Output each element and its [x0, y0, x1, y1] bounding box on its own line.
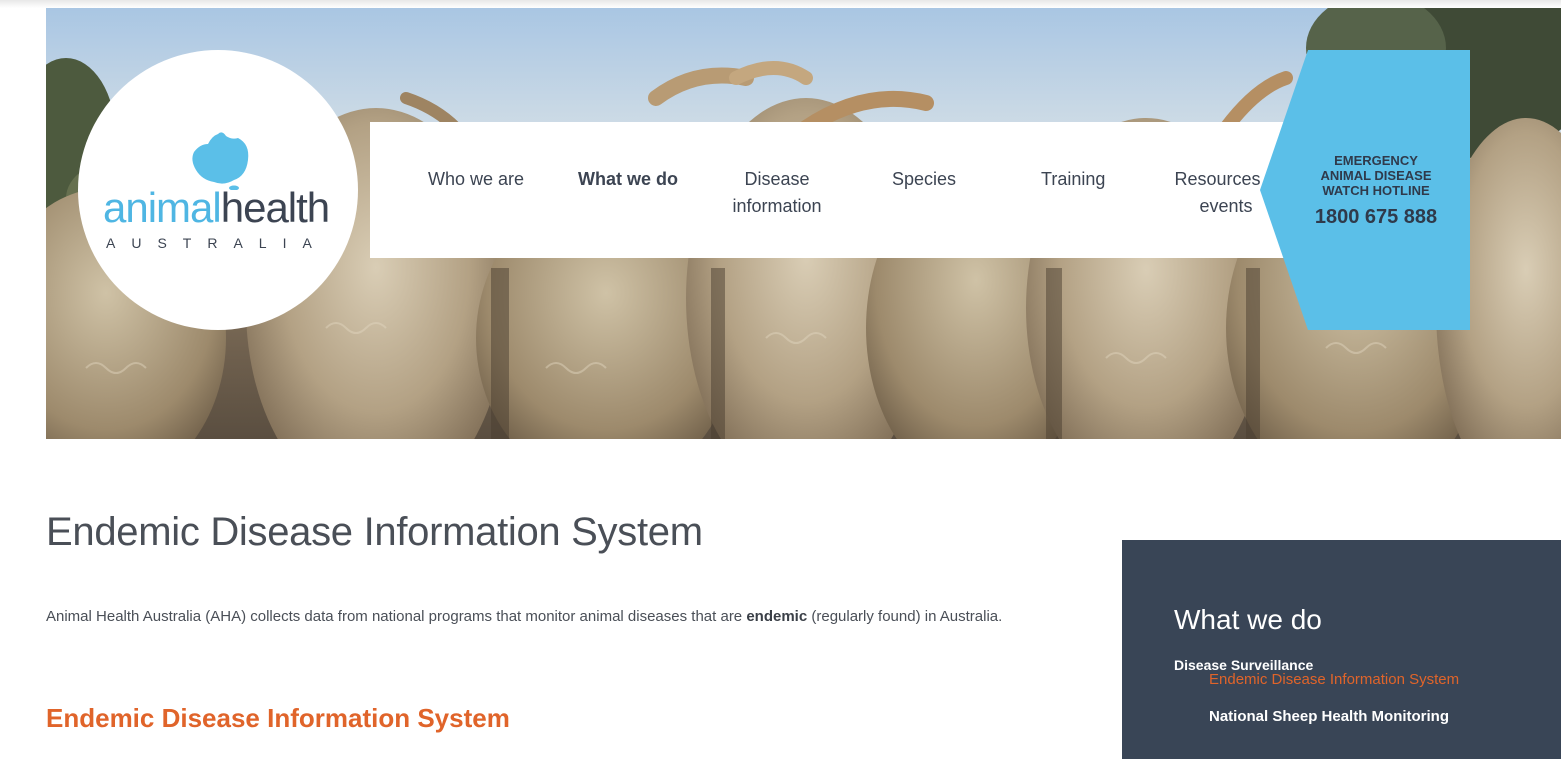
hotline-number[interactable]: 1800 675 888: [1276, 205, 1476, 229]
hotline-label: EMERGENCY ANIMAL DISEASE WATCH HOTLINE: [1276, 153, 1476, 198]
logo-subtitle: AUSTRALIA: [106, 235, 328, 251]
nav-what-we-do[interactable]: What we do: [578, 166, 678, 193]
top-shadow: [0, 0, 1561, 8]
australia-map-icon: [192, 132, 249, 190]
section-heading: Endemic Disease Information System: [46, 703, 510, 733]
logo-word-animal: animal: [103, 184, 222, 231]
logo-wordmark: animalhealth: [103, 184, 330, 231]
intro-paragraph: Animal Health Australia (AHA) collects d…: [46, 603, 1006, 631]
hotline-line-3: WATCH HOTLINE: [1322, 183, 1430, 198]
nav-species[interactable]: Species: [892, 166, 956, 193]
sidebar-title: What we do: [1174, 604, 1322, 635]
nav-training[interactable]: Training: [1041, 166, 1105, 193]
sidebar-link-national-sheep-health-monitoring[interactable]: National Sheep Health Monitoring: [1209, 707, 1449, 727]
intro-text-start: Animal Health Australia (AHA) collects d…: [46, 608, 747, 625]
nav-who-we-are[interactable]: Who we are: [428, 166, 524, 193]
logo-word-health: health: [220, 184, 330, 231]
hotline-line-1: EMERGENCY: [1334, 153, 1418, 168]
sidebar-link-endemic-disease-information-system[interactable]: Endemic Disease Information System: [1209, 670, 1459, 690]
hotline-line-2: ANIMAL DISEASE: [1320, 168, 1432, 183]
nav-disease-information[interactable]: Disease information: [722, 166, 832, 220]
intro-text-bold: endemic: [746, 608, 808, 625]
page-title: Endemic Disease Information System: [46, 510, 703, 554]
page: animalhealth AUSTRALIA Who we are What w…: [0, 0, 1561, 759]
intro-text-end: (regularly found) in Australia.: [807, 608, 1003, 625]
